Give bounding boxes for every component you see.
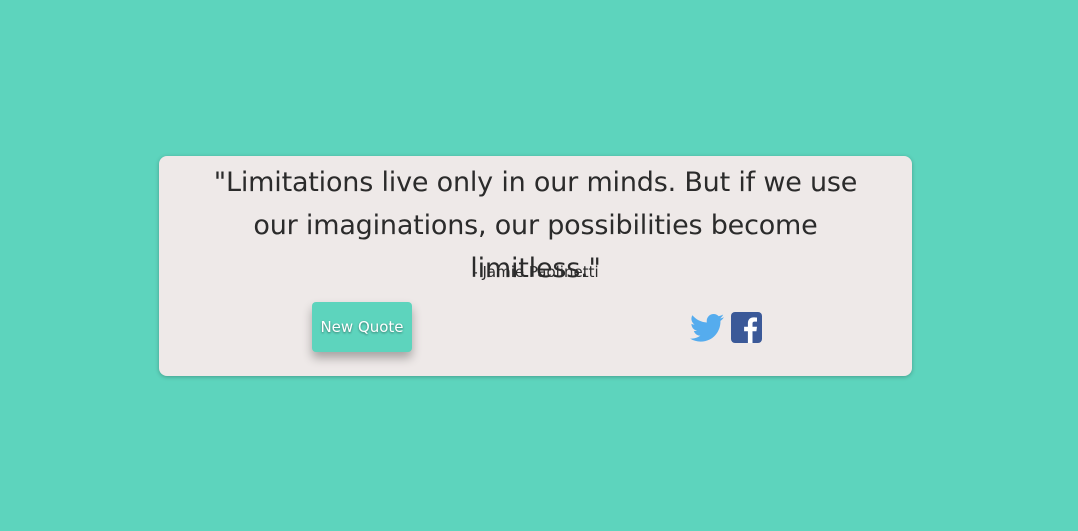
- share-links: [690, 312, 762, 343]
- new-quote-button[interactable]: New Quote: [312, 302, 412, 352]
- quote-box: "Limitations live only in our minds. But…: [159, 156, 912, 376]
- twitter-icon: [690, 313, 724, 342]
- share-facebook-link[interactable]: [731, 312, 762, 343]
- facebook-icon: [731, 312, 762, 343]
- quote-author: - Jamie Paolinetti: [472, 263, 599, 281]
- tweet-quote-link[interactable]: [690, 313, 724, 343]
